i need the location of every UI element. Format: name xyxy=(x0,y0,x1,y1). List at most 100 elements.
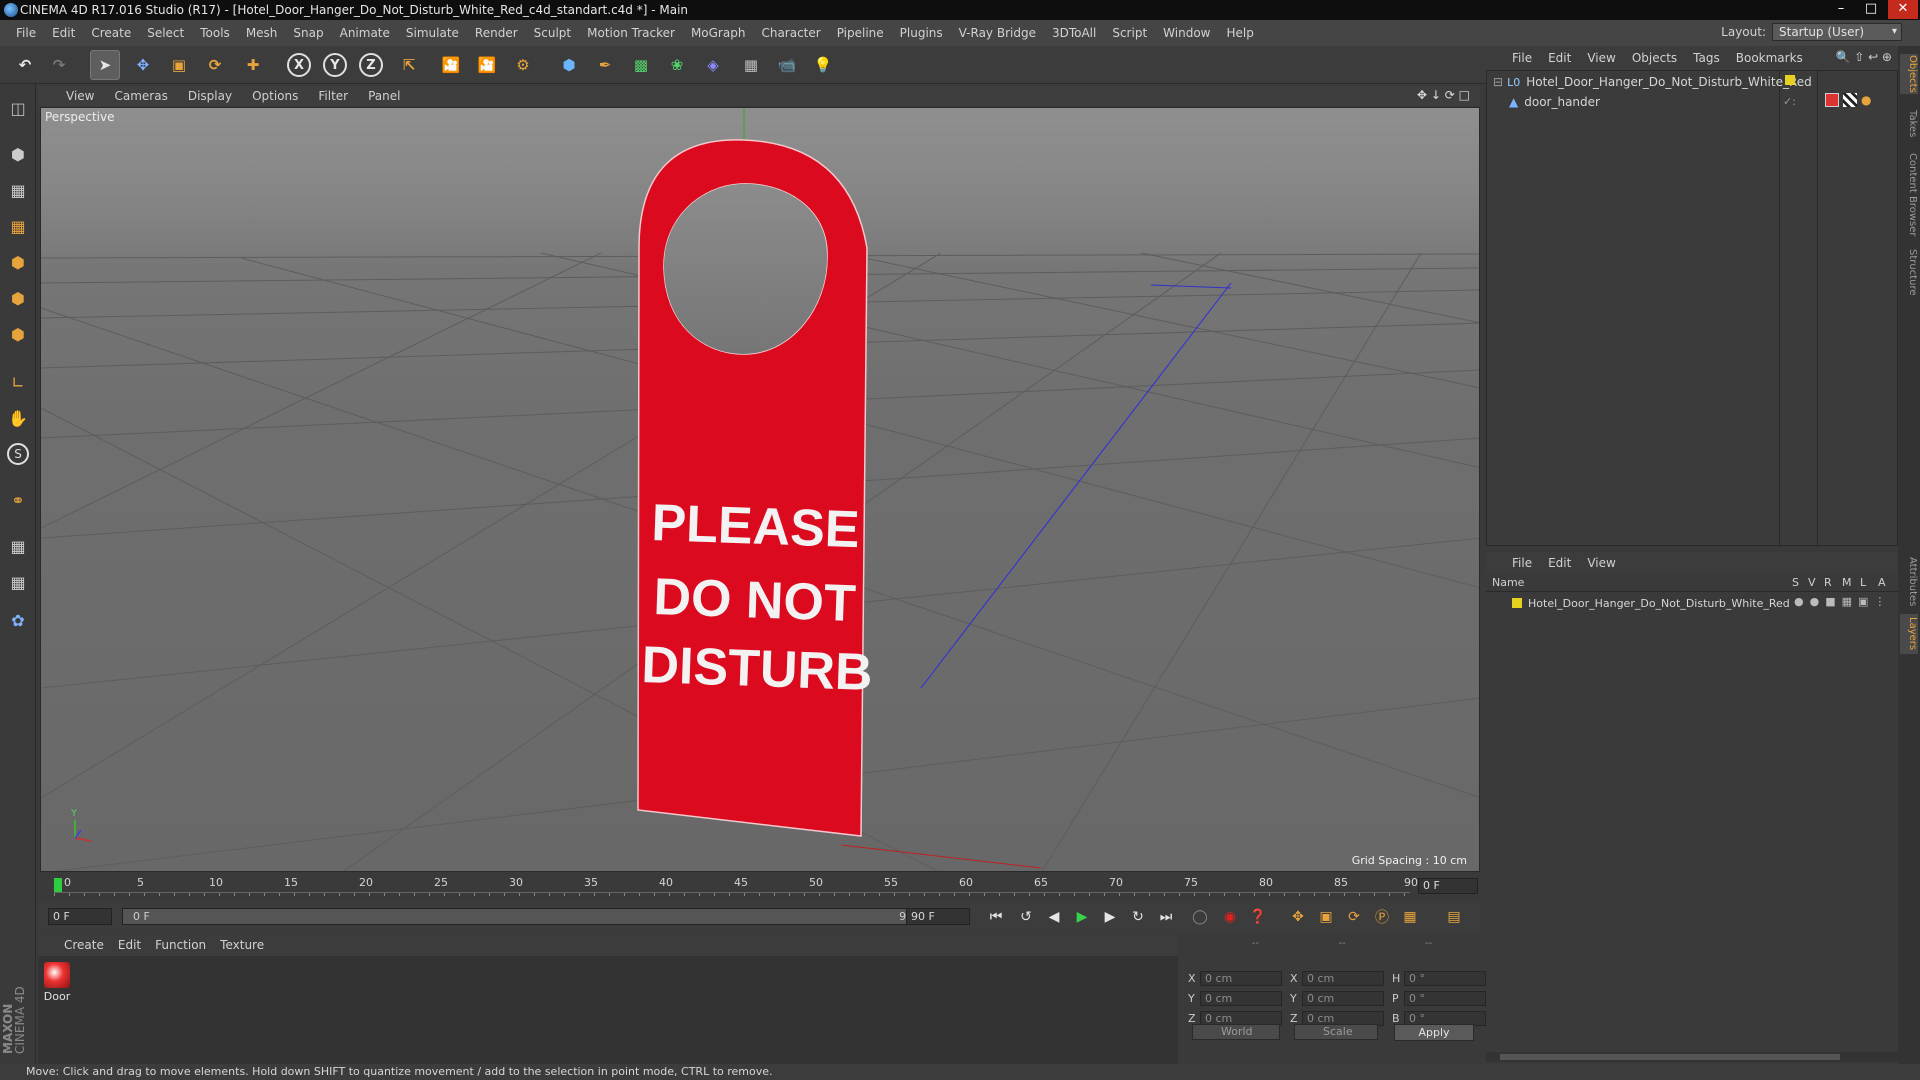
menu-edit[interactable]: Edit xyxy=(44,26,83,40)
key-rotation-icon[interactable]: ⟳ xyxy=(1342,906,1366,928)
x-axis-lock-button[interactable]: X xyxy=(284,50,314,80)
menu-tools[interactable]: Tools xyxy=(192,26,238,40)
points-mode-icon[interactable]: ⬢ xyxy=(4,248,32,276)
axis-mode-icon[interactable]: ∟ xyxy=(4,368,32,396)
undo-icon[interactable]: ↶ xyxy=(10,50,40,80)
viewport-menu-options[interactable]: Options xyxy=(252,89,298,103)
menu-window[interactable]: Window xyxy=(1155,26,1218,40)
render-picture-viewer-icon[interactable]: 🎦 xyxy=(472,50,502,80)
key-scale-icon[interactable]: ▣ xyxy=(1314,906,1338,928)
size-y-field[interactable]: 0 cm xyxy=(1302,990,1384,1006)
objects-menu-edit[interactable]: Edit xyxy=(1548,51,1571,65)
menu-mograph[interactable]: MoGraph xyxy=(683,26,754,40)
door-hanger-model[interactable] xyxy=(637,139,868,837)
objects-menu-tags[interactable]: Tags xyxy=(1693,51,1720,65)
objects-menu-objects[interactable]: Objects xyxy=(1632,51,1677,65)
autokeying-icon[interactable]: ◉ xyxy=(1218,906,1242,928)
menu-render[interactable]: Render xyxy=(467,26,526,40)
deformer-icon[interactable]: ◈ xyxy=(698,50,728,80)
rotation-p-field[interactable]: 0 ° xyxy=(1404,990,1486,1006)
layer-color-icon[interactable] xyxy=(1785,75,1795,85)
start-frame-field[interactable]: 0 F xyxy=(48,908,112,925)
key-pla-icon[interactable]: ▦ xyxy=(1398,906,1422,928)
viewport-menu-display[interactable]: Display xyxy=(188,89,232,103)
workplane-mode-icon[interactable]: ▦ xyxy=(4,212,32,240)
objects-menu-file[interactable]: File xyxy=(1512,51,1532,65)
position-x-field[interactable]: 0 cm xyxy=(1200,970,1282,986)
menu-3dtoall[interactable]: 3DToAll xyxy=(1044,26,1104,40)
phong-tag-icon[interactable]: ● xyxy=(1861,93,1871,107)
light-object-icon[interactable]: 💡 xyxy=(808,50,838,80)
move-tool-icon[interactable]: ✥ xyxy=(128,50,158,80)
key-position-icon[interactable]: ✥ xyxy=(1286,906,1310,928)
coordinate-system-icon[interactable]: ⇱ xyxy=(394,50,424,80)
playhead-marker[interactable] xyxy=(54,878,62,892)
object-row-mesh[interactable]: ▲ door_hander xyxy=(1509,93,1600,111)
edges-mode-icon[interactable]: ⬢ xyxy=(4,284,32,312)
viewport-menu-cameras[interactable]: Cameras xyxy=(114,89,167,103)
visibility-dots-icon[interactable]: ✓: xyxy=(1783,95,1796,108)
pen-spline-icon[interactable]: ✒ xyxy=(590,50,620,80)
select-pointer-icon[interactable]: ➤ xyxy=(90,50,120,80)
menu-pipeline[interactable]: Pipeline xyxy=(829,26,892,40)
render-settings-icon[interactable]: ⚙ xyxy=(508,50,538,80)
viewport-nav-icons[interactable]: ✥ ↓ ⟳ □ xyxy=(1417,88,1470,102)
menu-help[interactable]: Help xyxy=(1218,26,1261,40)
frame-ruler[interactable]: 0 5 10 15 20 25 30 35 40 45 50 55 60 65 … xyxy=(54,876,1418,896)
camera-object-icon[interactable]: 📹 xyxy=(772,50,802,80)
maximize-button[interactable]: □ xyxy=(1856,0,1886,19)
timeline-window-icon[interactable]: ▤ xyxy=(1442,906,1466,928)
material-menu-function[interactable]: Function xyxy=(155,938,206,952)
live-selection-icon[interactable]: ✚ xyxy=(238,50,268,80)
menu-select[interactable]: Select xyxy=(139,26,192,40)
polygons-mode-icon[interactable]: ⬢ xyxy=(4,320,32,348)
tweak-mode-icon[interactable]: ✋ xyxy=(4,404,32,432)
menu-animate[interactable]: Animate xyxy=(332,26,398,40)
layer-row[interactable]: Hotel_Door_Hanger_Do_Not_Disturb_White_R… xyxy=(1492,594,1790,612)
layers-menu-view[interactable]: View xyxy=(1587,556,1615,570)
menu-mesh[interactable]: Mesh xyxy=(238,26,286,40)
magnet-icon[interactable]: ⚭ xyxy=(4,486,32,514)
mograph-cloner-icon[interactable]: ❀ xyxy=(662,50,692,80)
rotation-h-field[interactable]: 0 ° xyxy=(1404,970,1486,986)
play-forward-icon[interactable]: ▶ xyxy=(1070,906,1094,928)
material-menu-texture[interactable]: Texture xyxy=(220,938,264,952)
material-tag-icon[interactable] xyxy=(1825,93,1839,107)
size-x-field[interactable]: 0 cm xyxy=(1302,970,1384,986)
objects-menu-view[interactable]: View xyxy=(1587,51,1615,65)
tab-layers[interactable]: Layers xyxy=(1900,614,1918,654)
make-editable-icon[interactable]: ◫ xyxy=(4,94,32,122)
rotate-tool-icon[interactable]: ⟳ xyxy=(200,50,230,80)
object-row-null[interactable]: ⊟ L0 Hotel_Door_Hanger_Do_Not_Disturb_Wh… xyxy=(1493,73,1812,91)
layer-scrollbar[interactable] xyxy=(1486,1052,1898,1062)
current-frame-field[interactable]: 0 F xyxy=(1418,878,1478,894)
3d-viewport[interactable]: PLEASE DO NOT DISTURB Y Perspective Grid… xyxy=(40,107,1480,872)
material-menu-create[interactable]: Create xyxy=(64,938,104,952)
minimize-button[interactable]: – xyxy=(1826,0,1856,19)
menu-vray-bridge[interactable]: V-Ray Bridge xyxy=(951,26,1044,40)
viewport-menu-view[interactable]: View xyxy=(66,89,94,103)
search-icon[interactable]: 🔍 ⇧ ↩ ⊕ xyxy=(1835,50,1892,64)
tab-structure[interactable]: Structure xyxy=(1900,244,1918,300)
layout-dropdown[interactable]: Startup (User) xyxy=(1772,23,1902,41)
material-menu-edit[interactable]: Edit xyxy=(118,938,141,952)
menu-plugins[interactable]: Plugins xyxy=(892,26,951,40)
tab-takes[interactable]: Takes xyxy=(1900,104,1918,144)
close-button[interactable]: ✕ xyxy=(1888,0,1918,19)
menu-motion-tracker[interactable]: Motion Tracker xyxy=(579,26,683,40)
next-key-icon[interactable]: ↻ xyxy=(1126,906,1150,928)
snapping-icon[interactable]: S xyxy=(4,440,32,468)
keyframe-selection-icon[interactable]: ❓ xyxy=(1246,906,1270,928)
tab-objects[interactable]: Objects xyxy=(1900,54,1918,94)
tab-attributes[interactable]: Attributes xyxy=(1900,554,1918,610)
record-keys-icon[interactable]: ◯ xyxy=(1188,906,1212,928)
scale-mode-dropdown[interactable]: Scale xyxy=(1294,1024,1378,1040)
menu-snap[interactable]: Snap xyxy=(285,26,331,40)
layer-toggle-icons[interactable]: ●●■▦▣⋮ xyxy=(1794,595,1891,608)
python-script-icon[interactable]: ✿ xyxy=(4,606,32,634)
subdivision-surface-icon[interactable]: ▩ xyxy=(626,50,656,80)
timeline-ruler[interactable]: 0 5 10 15 20 25 30 35 40 45 50 55 60 65 … xyxy=(38,872,1480,900)
menu-script[interactable]: Script xyxy=(1104,26,1155,40)
position-y-field[interactable]: 0 cm xyxy=(1200,990,1282,1006)
apply-button[interactable]: Apply xyxy=(1394,1024,1474,1041)
